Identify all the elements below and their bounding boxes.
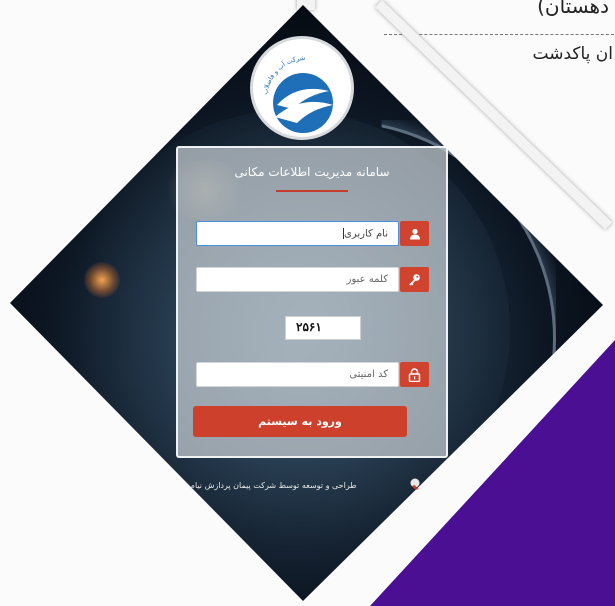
system-title: سامانه مدیریت اطلاعات مکانی — [234, 165, 390, 179]
user-icon — [409, 228, 420, 239]
username-input[interactable]: نام کاربری — [196, 221, 399, 246]
security-code-placeholder: کد امنیتی — [349, 369, 388, 380]
user-icon-box — [400, 221, 429, 246]
document-header-text: دهستان) — [537, 0, 609, 18]
lock-icon-box — [400, 362, 429, 387]
key-icon — [409, 274, 420, 286]
city-light — [84, 262, 120, 298]
title-underline — [276, 190, 348, 192]
water-drop-icon — [273, 73, 333, 133]
password-placeholder: کلمه عبور — [346, 274, 388, 285]
lock-icon — [408, 367, 421, 382]
developer-credit: طراحی و توسعه توسط شرکت پیمان پردازش نیا… — [190, 481, 357, 490]
username-placeholder: نام کاربری — [344, 228, 388, 240]
water-company-logo: شرکت آب و فاضلاب — [250, 36, 354, 140]
security-code-input[interactable]: کد امنیتی — [196, 362, 399, 387]
key-icon-box — [400, 267, 429, 292]
password-input[interactable]: کلمه عبور — [196, 267, 399, 292]
username-row: نام کاربری — [196, 221, 434, 246]
captcha-image: ۲۵۶۱ — [285, 316, 361, 340]
security-code-row: کد امنیتی — [196, 362, 434, 387]
document-subheader-text: ان پاکدشت — [532, 44, 613, 64]
password-row: کلمه عبور — [196, 267, 434, 292]
login-button[interactable]: ورود به سیستم — [193, 406, 407, 437]
